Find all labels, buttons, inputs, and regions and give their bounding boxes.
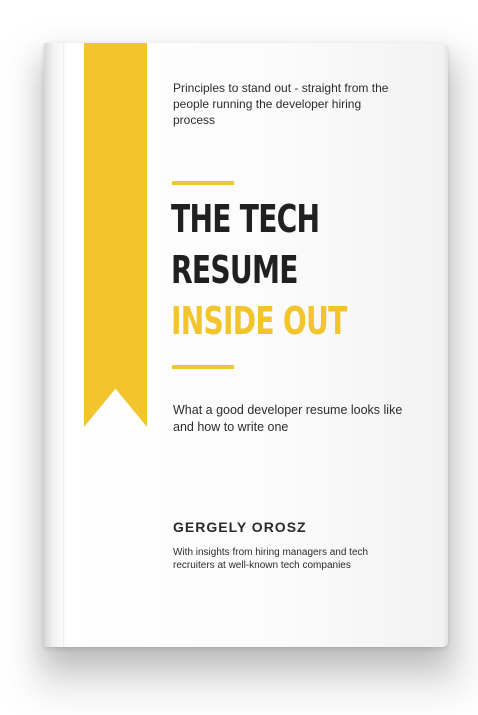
author-name: GERGELY OROSZ <box>173 519 307 535</box>
bookmark-ribbon <box>84 43 147 427</box>
book-description: What a good developer resume looks like … <box>173 403 403 434</box>
title-line-3: INSIDE OUT <box>171 299 347 343</box>
author-insights-note: With insights from hiring managers and t… <box>173 547 369 571</box>
book-cover: Principles to stand out - straight from … <box>44 43 448 647</box>
book-tagline: Principles to stand out - straight from … <box>173 81 389 127</box>
title-top-rule <box>172 181 234 185</box>
title-line-2: RESUME <box>171 248 298 292</box>
title-line-1: THE TECH <box>171 197 320 241</box>
title-bottom-rule <box>172 365 234 369</box>
book-spine-crease <box>63 43 65 647</box>
cover-edge-shading <box>442 43 448 647</box>
